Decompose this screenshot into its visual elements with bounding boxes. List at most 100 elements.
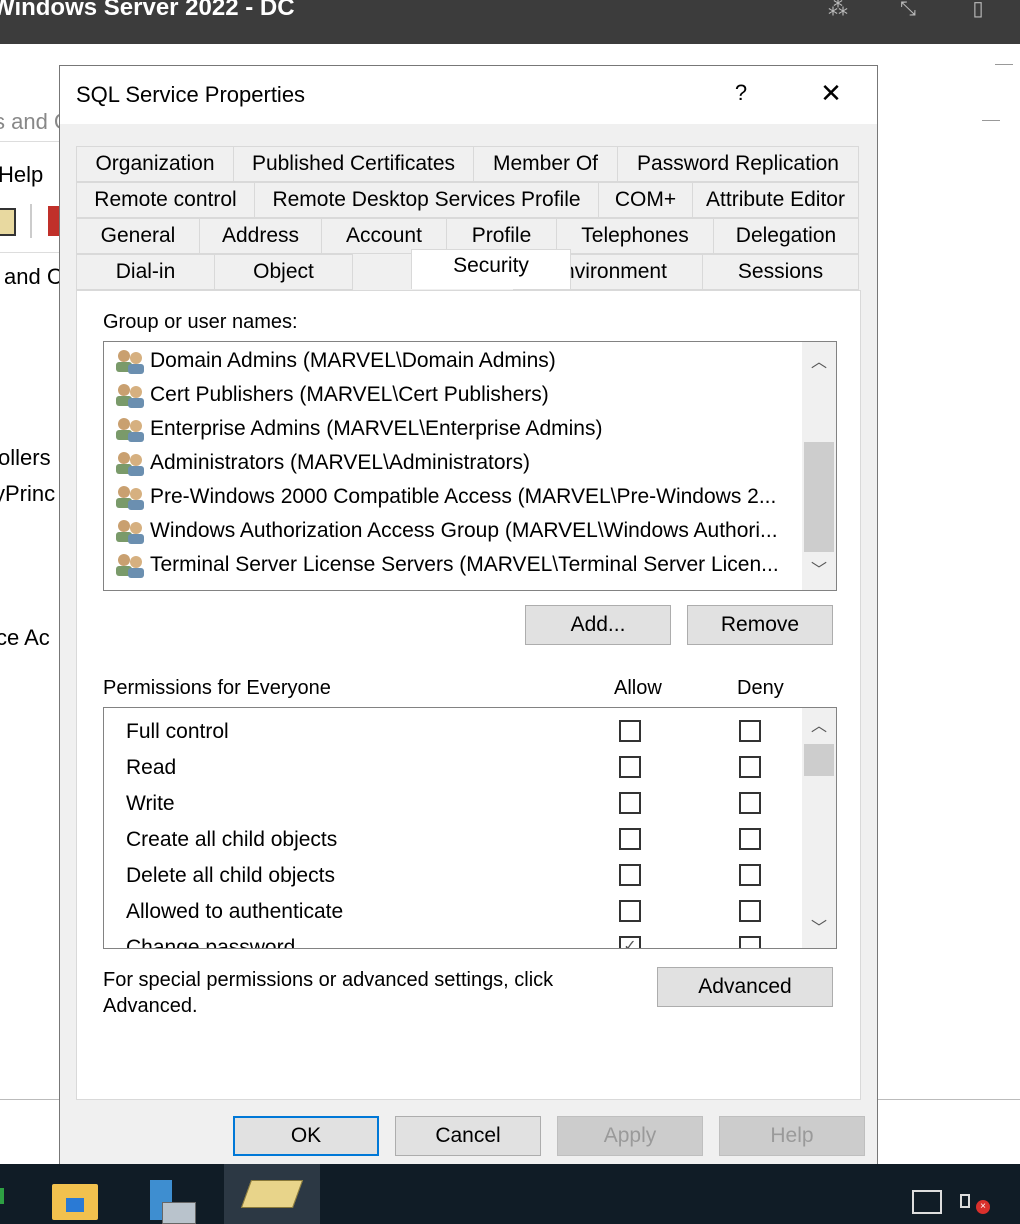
advanced-button[interactable]: Advanced <box>657 967 833 1007</box>
tab-password-replication[interactable]: Password Replication <box>617 146 859 182</box>
deny-checkbox[interactable] <box>739 792 761 814</box>
user-list-item[interactable]: Pre-Windows 2000 Compatible Access (MARV… <box>112 480 776 514</box>
deny-checkbox[interactable] <box>739 936 761 948</box>
network-icon[interactable] <box>912 1190 942 1214</box>
allow-checkbox[interactable] <box>619 864 641 886</box>
bg-list-item[interactable]: ce Ac <box>0 625 50 651</box>
device-icon[interactable]: ▯ <box>958 0 998 30</box>
clipboard-icon[interactable] <box>0 208 16 236</box>
permission-row-label: Write <box>126 792 175 815</box>
user-list-item-label: Cert Publishers (MARVEL\Cert Publishers) <box>150 383 549 406</box>
divider <box>0 252 60 253</box>
tab-attribute-editor[interactable]: Attribute Editor <box>692 182 859 218</box>
user-list-item-label: Windows Authorization Access Group (MARV… <box>150 519 778 542</box>
apply-button[interactable]: Apply <box>557 1116 703 1156</box>
tab-sessions[interactable]: Sessions <box>702 254 859 290</box>
security-panel: Group or user names: Domain Admins (MARV… <box>76 290 861 1100</box>
pin-icon[interactable]: ⁂ <box>818 0 858 30</box>
deny-checkbox[interactable] <box>739 756 761 778</box>
bg-tree-item[interactable]: and C <box>4 264 63 290</box>
user-list-item[interactable]: Administrators (MARVEL\Administrators) <box>112 446 530 480</box>
user-list-item[interactable]: Enterprise Admins (MARVEL\Enterprise Adm… <box>112 412 602 446</box>
active-directory-icon[interactable] <box>240 1180 304 1208</box>
user-list-item-label: Terminal Server License Servers (MARVEL\… <box>150 553 779 576</box>
permission-row-label: Read <box>126 756 177 779</box>
user-list-item-label: Domain Admins (MARVEL\Domain Admins) <box>150 349 556 372</box>
host-minimize-line <box>982 120 1000 121</box>
resize-icon[interactable]: ⤡ <box>888 0 928 30</box>
tab-delegation[interactable]: Delegation <box>713 218 859 254</box>
file-explorer-icon[interactable] <box>52 1184 98 1220</box>
divider <box>0 141 60 142</box>
tab-dial-in[interactable]: Dial-in <box>76 254 215 290</box>
user-group-icon <box>116 452 144 476</box>
bg-toolbar <box>0 204 60 240</box>
scroll-down-icon[interactable]: ﹀ <box>802 554 836 588</box>
permissions-scrollbar[interactable]: ︿ ﹀ <box>802 708 836 948</box>
tab-security[interactable]: Security <box>411 249 571 289</box>
remove-button[interactable]: Remove <box>687 605 833 645</box>
help-button[interactable]: Help <box>719 1116 865 1156</box>
divider <box>0 1099 60 1100</box>
tab-organization[interactable]: Organization <box>76 146 234 182</box>
help-icon[interactable]: ? <box>726 78 756 108</box>
scroll-thumb[interactable] <box>804 442 834 552</box>
scroll-thumb[interactable] <box>804 744 834 776</box>
scroll-down-icon[interactable]: ﹀ <box>802 912 836 946</box>
cancel-button[interactable]: Cancel <box>395 1116 541 1156</box>
host-window-title: Windows Server 2022 - DC <box>0 0 295 21</box>
user-list-item[interactable]: Domain Admins (MARVEL\Domain Admins) <box>112 344 556 378</box>
dialog-title: SQL Service Properties <box>76 82 306 107</box>
tab-remote-desktop-services-profile[interactable]: Remote Desktop Services Profile <box>254 182 599 218</box>
permissions-listbox[interactable]: Full control Read Write Create all child ob… <box>103 707 837 949</box>
allow-checkbox[interactable] <box>619 828 641 850</box>
tab-remote-control[interactable]: Remote control <box>76 182 255 218</box>
bg-help-menu[interactable]: Help <box>0 162 43 188</box>
allow-checkbox[interactable]: ✓ <box>619 936 641 948</box>
permission-row-label: Change password <box>126 936 296 949</box>
group-user-listbox[interactable]: Domain Admins (MARVEL\Domain Admins) Cert… <box>103 341 837 591</box>
deny-checkbox[interactable] <box>739 828 761 850</box>
dialog-titlebar: SQL Service Properties ? ✕ <box>60 66 877 124</box>
allow-checkbox[interactable] <box>619 720 641 742</box>
tab-address[interactable]: Address <box>199 218 322 254</box>
bg-list-item[interactable]: ollers <box>0 445 51 471</box>
volume-muted-icon[interactable]: × <box>960 1188 992 1216</box>
user-list-item[interactable]: Terminal Server License Servers (MARVEL\… <box>112 548 779 582</box>
user-list-item-label: Enterprise Admins (MARVEL\Enterprise Adm… <box>150 417 603 440</box>
group-users-label: Group or user names: <box>103 311 298 333</box>
server-manager-icon[interactable] <box>148 1180 196 1224</box>
user-group-icon <box>116 384 144 408</box>
user-list-item[interactable]: Cert Publishers (MARVEL\Cert Publishers) <box>112 378 549 412</box>
user-group-icon <box>116 418 144 442</box>
deny-checkbox[interactable] <box>739 720 761 742</box>
tab-published-certificates[interactable]: Published Certificates <box>233 146 474 182</box>
scroll-up-icon[interactable]: ︿ <box>802 710 836 744</box>
allow-checkbox[interactable] <box>619 756 641 778</box>
scroll-up-icon[interactable]: ︿ <box>802 346 836 380</box>
users-scrollbar[interactable]: ︿ ﹀ <box>802 342 836 590</box>
user-list-item[interactable]: Windows Authorization Access Group (MARV… <box>112 514 778 548</box>
tab-com-plus[interactable]: COM+ <box>598 182 693 218</box>
permissions-label: Permissions for Everyone <box>103 677 331 699</box>
divider <box>30 204 32 238</box>
ok-button[interactable]: OK <box>233 1116 379 1156</box>
tab-telephones[interactable]: Telephones <box>556 218 714 254</box>
close-icon[interactable]: ✕ <box>816 78 846 108</box>
allow-checkbox[interactable] <box>619 900 641 922</box>
user-group-icon <box>116 486 144 510</box>
deny-checkbox[interactable] <box>739 900 761 922</box>
allow-checkbox[interactable] <box>619 792 641 814</box>
deny-column-header: Deny <box>737 677 784 699</box>
taskbar: × <box>0 1164 1020 1224</box>
tab-object[interactable]: Object <box>214 254 353 290</box>
active-task-highlight[interactable] <box>224 1164 320 1224</box>
add-button[interactable]: Add... <box>525 605 671 645</box>
start-edge-icon[interactable] <box>0 1188 4 1204</box>
user-list-item-label: Pre-Windows 2000 Compatible Access (MARV… <box>150 485 777 508</box>
host-minimize-line <box>995 64 1013 65</box>
tab-general[interactable]: General <box>76 218 200 254</box>
bg-list-item[interactable]: yPrinc <box>0 481 55 507</box>
tab-member-of[interactable]: Member Of <box>473 146 618 182</box>
deny-checkbox[interactable] <box>739 864 761 886</box>
